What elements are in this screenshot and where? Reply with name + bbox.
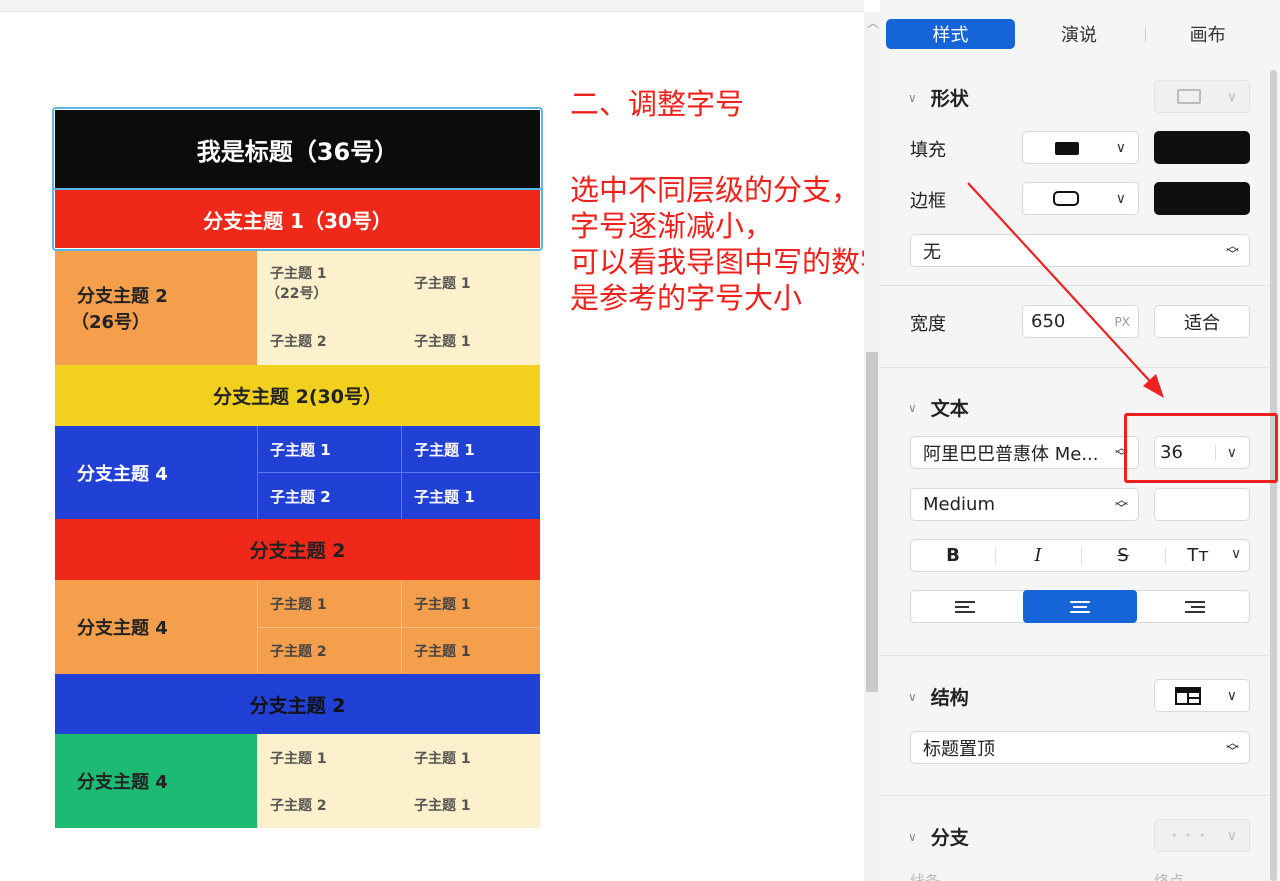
annotation-arrow — [967, 182, 1164, 398]
app-window: 我是标题（36号） 分支主题 1（30号） 分支主题 2 （26号） 子主题 1… — [0, 0, 1280, 881]
